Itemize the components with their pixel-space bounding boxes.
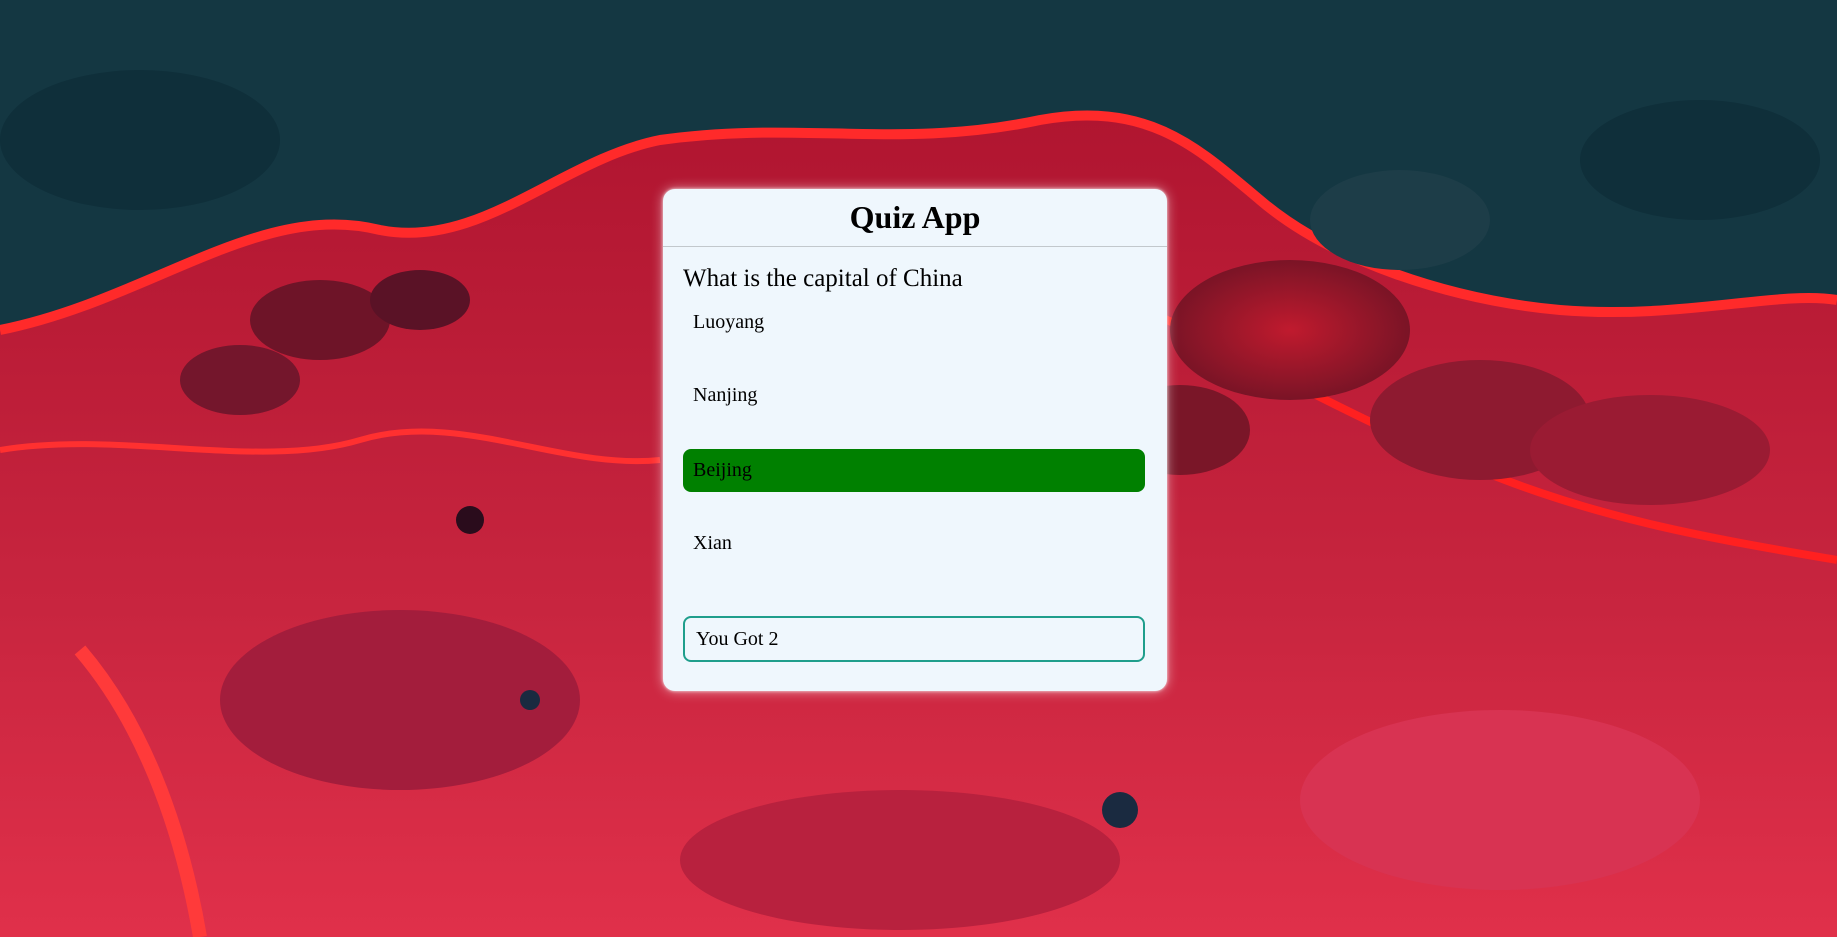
answer-option-xian[interactable]: Xian	[683, 522, 1145, 565]
quiz-card: Quiz App What is the capital of China Lu…	[663, 189, 1167, 691]
answer-option-beijing[interactable]: Beijing	[683, 449, 1145, 492]
card-header: Quiz App	[663, 189, 1167, 247]
answer-option-nanjing[interactable]: Nanjing	[683, 374, 1145, 417]
app-title: Quiz App	[849, 199, 981, 235]
question-text: What is the capital of China	[683, 265, 963, 292]
answer-option-luoyang[interactable]: Luoyang	[683, 301, 1145, 344]
score-display: You Got 2	[683, 616, 1145, 662]
